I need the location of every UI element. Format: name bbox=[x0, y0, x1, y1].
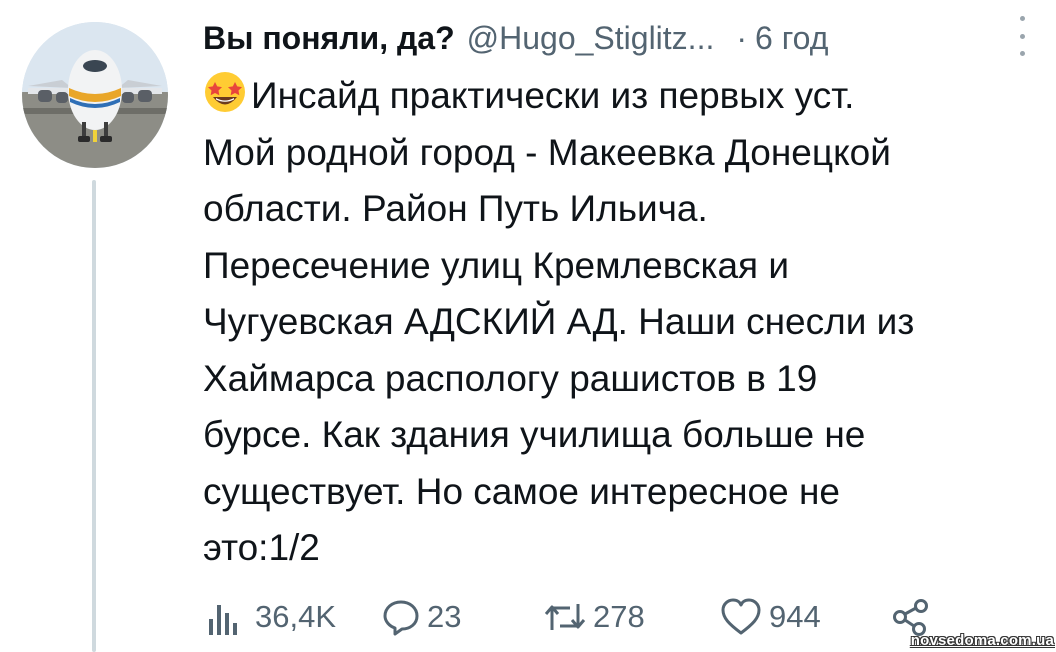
avatar[interactable] bbox=[22, 22, 168, 168]
thread-line bbox=[92, 180, 96, 652]
tweet-timestamp[interactable]: 6 год bbox=[755, 20, 828, 57]
like-count: 944 bbox=[769, 599, 821, 634]
star-struck-emoji-icon bbox=[205, 72, 245, 112]
reply-count: 23 bbox=[427, 599, 462, 634]
like-button[interactable]: 944 bbox=[719, 592, 821, 642]
reply-icon bbox=[383, 600, 419, 636]
separator-dot: · bbox=[736, 19, 747, 56]
reply-button[interactable]: 23 bbox=[381, 592, 461, 642]
watermark: novsedoma.com.ua bbox=[910, 632, 1054, 649]
views-button[interactable]: 36,4K bbox=[203, 592, 336, 642]
retweet-button[interactable]: 278 bbox=[543, 592, 645, 642]
airplane-avatar-image bbox=[22, 22, 168, 168]
tweet-text: Инсайд практически из первых уст. Мой ро… bbox=[203, 68, 1033, 577]
tweet-header: Вы поняли, да? @Hugo_Stiglitz... · 6 год bbox=[203, 10, 1044, 66]
user-handle[interactable]: @Hugo_Stiglitz... bbox=[467, 20, 715, 57]
views-count: 36,4K bbox=[255, 599, 337, 634]
share-icon bbox=[893, 599, 928, 636]
retweet-count: 278 bbox=[593, 599, 645, 634]
more-options-icon[interactable] bbox=[1018, 16, 1026, 56]
views-icon bbox=[209, 605, 237, 635]
tweet-body: Инсайд практически из первых уст. Мой ро… bbox=[203, 75, 915, 568]
heart-icon bbox=[721, 598, 761, 635]
retweet-icon bbox=[544, 604, 586, 630]
tweet-actions: 36,4K 23 278 944 bbox=[203, 592, 963, 642]
display-name[interactable]: Вы поняли, да? bbox=[203, 20, 455, 57]
